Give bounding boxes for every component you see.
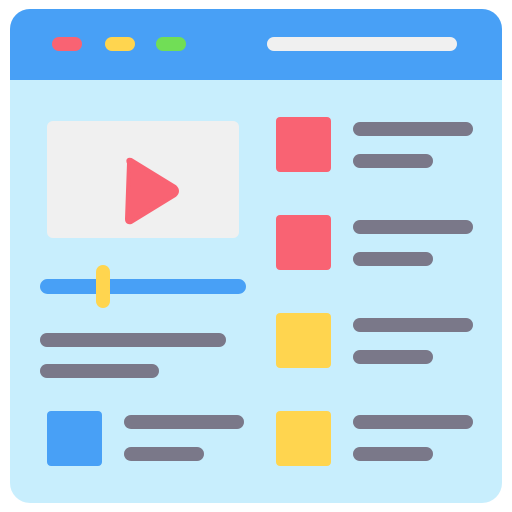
seek-handle[interactable] [96, 265, 110, 308]
list-thumbnail[interactable] [276, 313, 331, 368]
browser-window [10, 9, 502, 503]
list-title-line [353, 415, 473, 429]
related-subtitle-line [124, 447, 204, 461]
list-subtitle-line [353, 154, 433, 168]
video-subtitle-line [40, 364, 159, 378]
video-player[interactable] [47, 121, 239, 238]
list-thumbnail[interactable] [276, 117, 331, 172]
minimize-button[interactable] [105, 37, 135, 51]
video-title-line [40, 333, 226, 347]
list-subtitle-line [353, 350, 433, 364]
list-thumbnail[interactable] [276, 215, 331, 270]
list-subtitle-line [353, 447, 433, 461]
list-title-line [353, 220, 473, 234]
maximize-button[interactable] [156, 37, 186, 51]
seek-bar[interactable] [40, 279, 246, 294]
list-title-line [353, 122, 473, 136]
title-bar [10, 9, 502, 80]
address-bar[interactable] [267, 37, 457, 51]
list-thumbnail[interactable] [276, 411, 331, 466]
play-icon[interactable] [117, 155, 181, 227]
list-title-line [353, 318, 473, 332]
close-button[interactable] [52, 37, 82, 51]
related-thumbnail[interactable] [47, 411, 102, 466]
list-subtitle-line [353, 252, 433, 266]
related-title-line [124, 415, 244, 429]
